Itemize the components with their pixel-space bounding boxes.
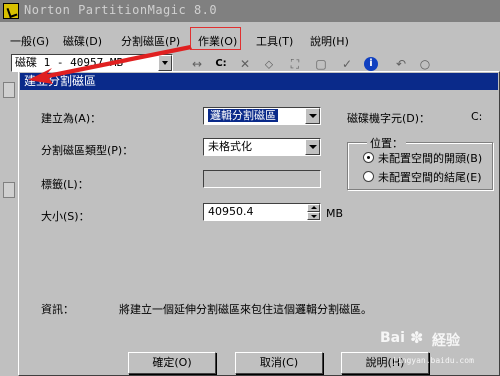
drive-letter-value: C: xyxy=(471,110,483,123)
position-end-radio[interactable] xyxy=(363,171,374,182)
partition-list-strip xyxy=(0,76,18,376)
size-spinner[interactable] xyxy=(307,204,320,220)
spin-down-icon[interactable] xyxy=(307,212,320,220)
watermark-brand-2: 経验 xyxy=(432,333,460,349)
size-input[interactable]: 40950.4 xyxy=(203,203,321,221)
menu-tools[interactable]: 工具(T) xyxy=(256,33,293,49)
label-icon[interactable]: ⬦ xyxy=(262,57,276,71)
resize-icon[interactable]: ⛶ xyxy=(288,57,302,71)
app-title: Norton PartitionMagic 8.0 xyxy=(24,3,218,17)
list-item xyxy=(3,82,15,98)
drive-letter-label: 磁碟機字元(D)： xyxy=(347,112,431,125)
info-label: 資訊： xyxy=(41,303,74,316)
chevron-down-icon[interactable] xyxy=(305,108,320,124)
partitionmagic-logo-icon xyxy=(3,3,19,19)
list-item xyxy=(3,182,15,198)
delete-icon[interactable]: ✕ xyxy=(238,57,252,71)
menu-bar: 一般(G) 磁碟(D) 分割磁區(P) 作業(O) 工具(T) 說明(H) xyxy=(0,31,500,49)
app-titlebar: Norton PartitionMagic 8.0 xyxy=(0,0,500,22)
size-label: 大小(S)： xyxy=(41,210,90,223)
info-icon[interactable]: i xyxy=(364,57,378,71)
operations-highlight-box xyxy=(190,27,241,50)
disk-select-value: 磁碟 1 - 40957 MB xyxy=(15,56,124,69)
size-value: 40950.4 xyxy=(208,205,254,218)
watermark-url: jingyan.baidu.com xyxy=(392,356,474,365)
create-as-select[interactable]: 邏輯分割磁區 xyxy=(203,107,321,125)
size-unit: MB xyxy=(326,207,344,220)
watermark-brand: Bai xyxy=(380,330,405,346)
position-legend: 位置： xyxy=(367,135,406,151)
cancel-button[interactable]: 取消(C) xyxy=(235,352,323,374)
create-as-value: 邏輯分割磁區 xyxy=(208,109,278,122)
disk-select[interactable]: 磁碟 1 - 40957 MB xyxy=(11,54,173,72)
paw-icon: ✽ xyxy=(410,328,424,347)
dialog-title: 建立分割磁區 xyxy=(20,73,498,90)
chevron-down-icon[interactable] xyxy=(305,139,320,155)
fs-type-select[interactable]: 未格式化 xyxy=(203,138,321,156)
chevron-down-icon[interactable] xyxy=(158,55,172,71)
tag-label: 標籤(L)： xyxy=(41,178,89,191)
menu-help[interactable]: 說明(H) xyxy=(310,33,349,49)
fs-type-value: 未格式化 xyxy=(208,140,252,153)
drive-letter-icon[interactable]: C: xyxy=(214,57,228,71)
position-end-label[interactable]: 未配置空間的結尾(E) xyxy=(378,169,482,185)
ok-button[interactable]: 確定(O) xyxy=(128,352,216,374)
create-as-label: 建立為(A)： xyxy=(41,112,102,125)
check-icon[interactable]: ✓ xyxy=(340,57,354,71)
undo-icon[interactable]: ↶ xyxy=(394,57,408,71)
move-icon[interactable]: ↔ xyxy=(190,57,204,71)
copy-icon[interactable]: ▢ xyxy=(314,57,328,71)
position-start-radio[interactable] xyxy=(363,152,374,163)
fs-type-label: 分割磁區類型(P)： xyxy=(41,144,134,157)
spin-up-icon[interactable] xyxy=(307,204,320,212)
apply-icon[interactable]: ○ xyxy=(418,57,432,71)
tag-input[interactable] xyxy=(203,170,321,188)
menu-disk[interactable]: 磁碟(D) xyxy=(63,33,102,49)
menu-general[interactable]: 一般(G) xyxy=(10,33,49,49)
position-start-label[interactable]: 未配置空間的開頭(B) xyxy=(378,150,482,166)
baidu-watermark: Bai ✽ 経验 xyxy=(380,328,498,374)
menu-partition[interactable]: 分割磁區(P) xyxy=(121,33,180,49)
info-text: 將建立一個延伸分割磁區來包住這個邏輯分割磁區。 xyxy=(119,303,372,316)
